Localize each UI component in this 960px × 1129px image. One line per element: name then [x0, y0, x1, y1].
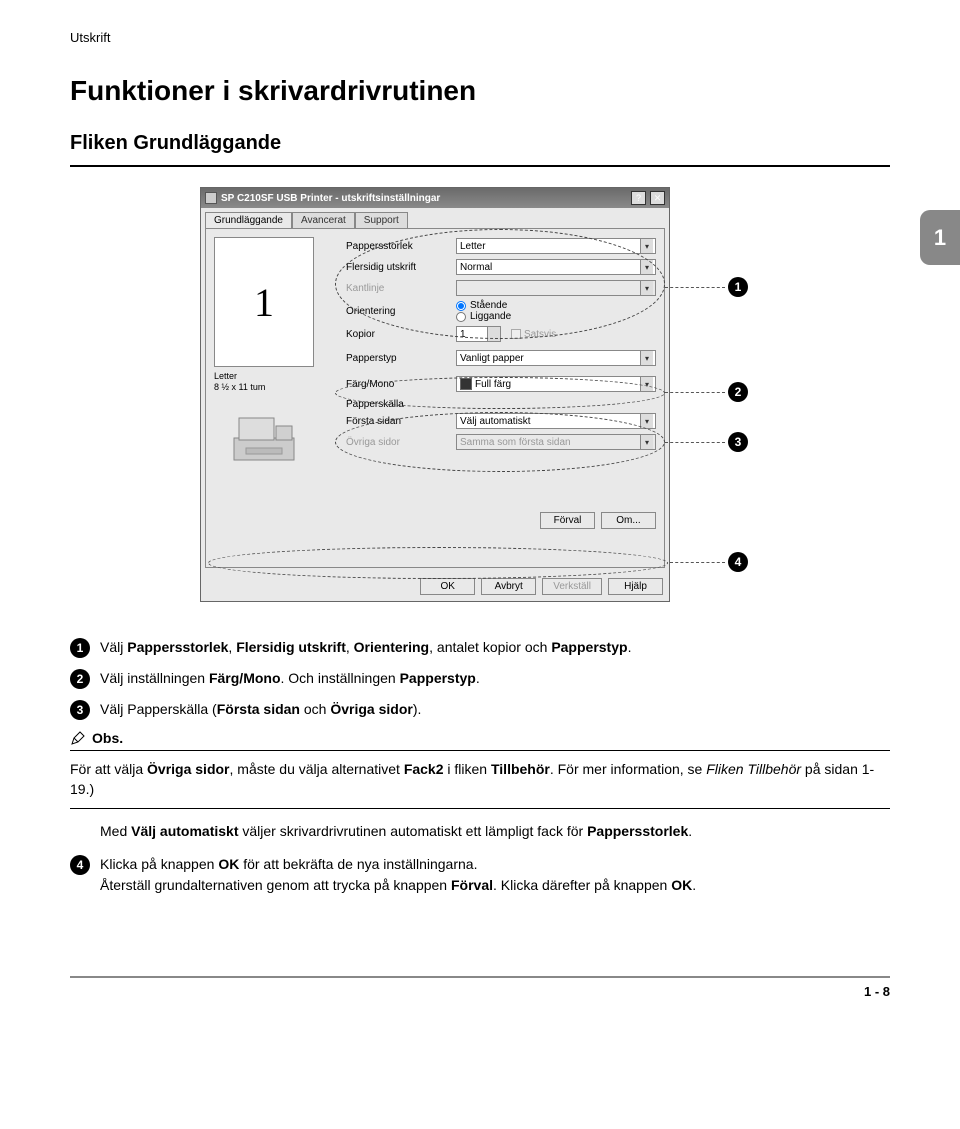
step-text: Välj Pappersstorlek, Flersidig utskrift,… — [100, 637, 631, 658]
select-kantlinje — [456, 280, 656, 296]
note-end-rule — [70, 808, 890, 809]
hjalp-button[interactable]: Hjälp — [608, 578, 663, 595]
select-papperstyp[interactable]: Vanligt papper — [456, 350, 656, 366]
callout-line-4 — [670, 562, 725, 563]
page-preview: 1 — [214, 237, 314, 367]
tab-avancerat[interactable]: Avancerat — [292, 212, 355, 228]
callout-number-2: 2 — [728, 382, 748, 402]
avbryt-button[interactable]: Avbryt — [481, 578, 536, 595]
tabs: Grundläggande Avancerat Support — [201, 208, 669, 228]
select-fargmono-value: Full färg — [475, 379, 511, 390]
dialog-buttons: OK Avbryt Verkställ Hjälp — [201, 572, 669, 601]
label-orientering: Orientering — [346, 306, 456, 317]
select-pappersstorlek[interactable]: Letter — [456, 238, 656, 254]
printer-illustration — [214, 403, 314, 473]
select-ovriga-sidor: Samma som första sidan — [456, 434, 656, 450]
label-fargmono: Färg/Mono — [346, 379, 456, 390]
section-title: Fliken Grundläggande — [70, 132, 890, 155]
callout-line-3 — [665, 442, 725, 443]
label-pappersstorlek: Pappersstorlek — [346, 241, 456, 252]
callout-number-3: 3 — [728, 432, 748, 452]
tab-pane: 1 Letter 8 ½ x 11 tum Pappersstorlek — [205, 228, 665, 568]
preview-column: 1 Letter 8 ½ x 11 tum — [214, 237, 334, 473]
radio-staende-label: Stående — [470, 300, 507, 311]
select-fargmono[interactable]: Full färg — [456, 376, 656, 392]
step-3: 3 Välj Papperskälla (Första sidan och Öv… — [70, 699, 890, 720]
step-number: 4 — [70, 855, 90, 875]
note-header: Obs. — [70, 730, 890, 751]
page-number: 1 - 8 — [70, 984, 890, 999]
preview-caption-line1: Letter — [214, 371, 237, 381]
step-number: 3 — [70, 700, 90, 720]
app-icon — [205, 192, 217, 204]
note-title: Obs. — [92, 730, 123, 746]
step-text: Välj inställningen Färg/Mono. Och instäl… — [100, 668, 480, 689]
callout-line-2 — [665, 392, 725, 393]
checkbox-satsvis: Satsvis — [511, 329, 556, 340]
om-button[interactable]: Om... — [601, 512, 656, 529]
label-kantlinje: Kantlinje — [346, 283, 456, 294]
step-4: 4 Klicka på knappen OK för att bekräfta … — [70, 854, 890, 896]
step-text: Välj Papperskälla (Första sidan och Övri… — [100, 699, 421, 720]
label-papperstyp: Papperstyp — [346, 353, 456, 364]
close-button[interactable]: ✕ — [650, 191, 665, 205]
radio-liggande[interactable]: Liggande — [456, 311, 656, 322]
preview-caption-line2: 8 ½ x 11 tum — [214, 382, 265, 392]
window-title: SP C210SF USB Printer - utskriftsinställ… — [221, 193, 627, 204]
step-number: 1 — [70, 638, 90, 658]
page-title: Funktioner i skrivardrivrutinen — [70, 75, 890, 107]
spinner-kopior[interactable]: 1 — [456, 326, 501, 342]
label-ovriga-sidor: Övriga sidor — [346, 437, 456, 448]
fields-column: Pappersstorlek Letter Flersidig utskrift… — [346, 237, 656, 454]
print-settings-dialog: SP C210SF USB Printer - utskriftsinställ… — [200, 187, 670, 602]
select-flersidig[interactable]: Normal — [456, 259, 656, 275]
forval-button[interactable]: Förval — [540, 512, 595, 529]
callout-number-4: 4 — [728, 552, 748, 572]
ok-button[interactable]: OK — [420, 578, 475, 595]
auto-select-paragraph: Med Välj automatiskt väljer skrivardrivr… — [100, 821, 890, 842]
help-button[interactable]: ? — [631, 191, 646, 205]
pencil-icon — [70, 730, 86, 746]
tab-support[interactable]: Support — [355, 212, 408, 228]
running-header: Utskrift — [70, 30, 890, 45]
preview-caption: Letter 8 ½ x 11 tum — [214, 371, 334, 393]
checkbox-satsvis-label: Satsvis — [524, 329, 556, 340]
select-forsta-sidan[interactable]: Välj automatiskt — [456, 413, 656, 429]
step-1: 1 Välj Pappersstorlek, Flersidig utskrif… — [70, 637, 890, 658]
callout-number-1: 1 — [728, 277, 748, 297]
dialog-screenshot: SP C210SF USB Printer - utskriftsinställ… — [200, 187, 760, 602]
verkstall-button: Verkställ — [542, 578, 602, 595]
tab-grundlaggande[interactable]: Grundläggande — [205, 212, 292, 228]
mid-buttons: Förval Om... — [540, 512, 656, 529]
chapter-tab: 1 — [920, 210, 960, 265]
radio-liggande-label: Liggande — [470, 311, 511, 322]
step-number: 2 — [70, 669, 90, 689]
step-text: Klicka på knappen OK för att bekräfta de… — [100, 854, 696, 896]
footer-rule — [70, 976, 890, 978]
titlebar: SP C210SF USB Printer - utskriftsinställ… — [201, 188, 669, 208]
step-2: 2 Välj inställningen Färg/Mono. Och inst… — [70, 668, 890, 689]
instruction-list: 1 Välj Pappersstorlek, Flersidig utskrif… — [70, 637, 890, 896]
label-forsta-sidan: Första sidan — [346, 416, 456, 427]
label-flersidig: Flersidig utskrift — [346, 262, 456, 273]
callout-line-1 — [665, 287, 725, 288]
note-body: För att välja Övriga sidor, måste du väl… — [70, 759, 890, 800]
radio-staende[interactable]: Stående — [456, 300, 656, 311]
section-rule — [70, 165, 890, 167]
label-kopior: Kopior — [346, 329, 456, 340]
label-papperskalla: Papperskälla — [346, 399, 656, 410]
